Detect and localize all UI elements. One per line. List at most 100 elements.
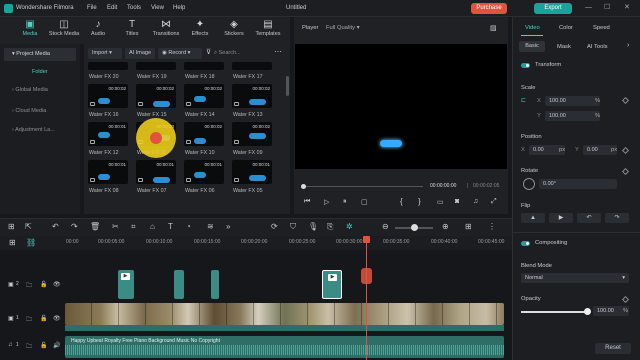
effect-thumbnail[interactable]: 00:00:02 [232, 84, 272, 108]
zoom-slider-handle[interactable] [411, 224, 418, 231]
effect-clip[interactable] [211, 270, 219, 299]
effect-thumbnail[interactable] [136, 62, 176, 70]
delete-icon[interactable]: 🗑 [90, 222, 100, 231]
undo-icon[interactable]: ↶ [52, 222, 59, 231]
subtab-ai-tools[interactable]: AI Tools [587, 44, 608, 50]
scale-keyframe-icon[interactable] [621, 96, 630, 105]
tab-stock-media[interactable]: ◫ Stock Media [46, 19, 82, 43]
rotate-keyframe-icon[interactable] [621, 167, 630, 176]
snapshot-frame-icon[interactable]: ▨ [490, 24, 497, 32]
prev-frame-icon[interactable]: ⏮ [304, 198, 310, 206]
rotate-field[interactable]: 0.00° [539, 179, 617, 189]
effect-thumbnail[interactable]: 00:00:02 [88, 84, 128, 108]
captions-icon[interactable]: ⎘ [327, 222, 333, 232]
mic-icon[interactable]: 🎙 [308, 222, 318, 231]
progress-handle[interactable] [301, 184, 306, 189]
subtab-basic[interactable]: Basic [519, 41, 545, 52]
reset-button[interactable]: Reset [595, 343, 631, 354]
playhead-marker[interactable] [361, 268, 372, 284]
effect-clip[interactable] [174, 270, 184, 299]
render-icon[interactable]: ⟳ [271, 222, 278, 231]
effect-thumbnail[interactable]: 00:00:01 [232, 160, 272, 184]
flip-horizontal-button[interactable]: ▶ [549, 213, 573, 223]
effect-thumbnail[interactable] [88, 62, 128, 70]
record-button[interactable]: ◉ Record ▾ [158, 48, 202, 59]
timeline-more-icon[interactable]: ⋮ [488, 222, 496, 231]
tab-stickers[interactable]: ◈ Stickers [216, 19, 252, 43]
tab-color[interactable]: Color [559, 25, 573, 31]
scale-lock-icon[interactable]: ⊏ [521, 97, 526, 104]
effect-thumbnail[interactable] [184, 62, 224, 70]
filter-icon[interactable]: ⊽ [206, 48, 211, 56]
purchase-button[interactable]: Purchase [471, 3, 507, 14]
display-icon[interactable]: ▭ [437, 198, 444, 206]
sidebar-item-adjustment-layer[interactable]: › Adjustment La... [4, 124, 76, 137]
effect-thumbnail[interactable]: 00:00:01 [88, 160, 128, 184]
tab-transitions[interactable]: ⋈ Transitions [148, 19, 184, 43]
tab-titles[interactable]: T Titles [114, 19, 150, 43]
tab-video[interactable]: Video [525, 25, 540, 31]
folder-icon[interactable]: 🗀 [26, 342, 32, 352]
fullscreen-icon[interactable]: ⤢ [491, 198, 497, 206]
effect-thumbnail[interactable]: 00:00:01 [136, 160, 176, 184]
redo-icon[interactable]: ↷ [71, 222, 78, 231]
stop-icon[interactable]: ▢ [361, 198, 368, 206]
playhead-handle[interactable] [363, 236, 370, 243]
sidebar-item-folder[interactable]: Folder [4, 66, 76, 79]
maximize-icon[interactable]: ☐ [604, 3, 610, 11]
effect-thumbnail[interactable]: 00:00:02 [232, 122, 272, 146]
play-icon[interactable]: ▷ [324, 198, 329, 206]
menu-tools[interactable]: Tools [127, 5, 141, 11]
volume-icon[interactable]: 🔊 [53, 342, 60, 349]
marker-icon[interactable]: ⌂ [150, 222, 155, 231]
pause-icon[interactable]: ⏸ [343, 198, 347, 206]
tab-audio[interactable]: ♪ Audio [80, 19, 116, 43]
rotate-right-button[interactable]: ↷ [605, 213, 629, 223]
more-options-icon[interactable]: ⋯ [274, 47, 282, 56]
rotate-dial-icon[interactable] [523, 178, 535, 190]
sidebar-item-cloud-media[interactable]: › Cloud Media [4, 105, 76, 118]
more-tools-icon[interactable]: » [226, 222, 230, 231]
main-video-clip[interactable] [65, 303, 504, 325]
compositing-toggle[interactable] [521, 241, 530, 246]
grid-scrollbar[interactable] [286, 76, 289, 96]
menu-file[interactable]: File [87, 5, 97, 11]
eye-icon[interactable]: 👁 [53, 281, 61, 288]
tab-effects[interactable]: ✦ Effects [182, 19, 218, 43]
ai-icon[interactable]: ✲ [346, 222, 353, 231]
zoom-out-icon[interactable]: ⊖ [382, 222, 389, 231]
folder-icon[interactable]: 🗀 [26, 315, 32, 325]
lock-icon[interactable]: 🔓 [40, 342, 47, 349]
search-input[interactable]: ⌕ Search... [214, 48, 264, 59]
blend-mode-select[interactable]: Normal ▾ [521, 273, 629, 283]
add-track-icon[interactable]: ⊞ [9, 238, 16, 247]
lock-icon[interactable]: 🔓 [40, 281, 47, 288]
subtab-mask[interactable]: Mask [557, 44, 571, 50]
tab-media[interactable]: ▣ Media [12, 19, 48, 43]
timeline-ruler[interactable]: ⊞ ⛓ 00:00 00:00:05:00 00:00:10:00 00:00:… [0, 236, 512, 250]
grid-view-icon[interactable]: ⊞ [465, 222, 472, 231]
tab-templates[interactable]: ▤ Templates [250, 19, 286, 43]
text-icon[interactable]: T [168, 222, 173, 231]
effect-thumbnail[interactable]: 00:00:01 [184, 160, 224, 184]
close-icon[interactable]: ✕ [624, 3, 630, 11]
subtab-more-icon[interactable]: › [627, 42, 629, 49]
mark-in-icon[interactable]: { [400, 197, 403, 206]
crop-icon[interactable]: ⌗ [131, 222, 136, 232]
effect-thumbnail[interactable]: 00:00:02 [184, 122, 224, 146]
transform-toggle[interactable] [521, 63, 530, 68]
playback-progress[interactable] [303, 186, 423, 187]
opacity-slider-handle[interactable] [584, 308, 591, 315]
effect-thumbnail[interactable] [232, 62, 272, 70]
scale-y-field[interactable]: 100.00 [545, 111, 600, 121]
quality-dropdown[interactable]: Full Quality ▾ [326, 25, 360, 31]
shield-icon[interactable]: ⛉ [290, 222, 296, 232]
sidebar-item-project-media[interactable]: ▾ Project Media [4, 48, 76, 61]
scale-x-field[interactable]: 100.00 [545, 96, 600, 106]
import-button[interactable]: Import ▾ [88, 48, 122, 59]
effect-thumbnail[interactable]: 00:00:01 [88, 122, 128, 146]
position-keyframe-icon[interactable] [621, 146, 630, 155]
sidebar-item-global-media[interactable]: › Global Media [4, 84, 76, 97]
effect-clip[interactable]: ▶ [118, 270, 134, 299]
speed-icon[interactable]: ◔ [186, 222, 191, 231]
